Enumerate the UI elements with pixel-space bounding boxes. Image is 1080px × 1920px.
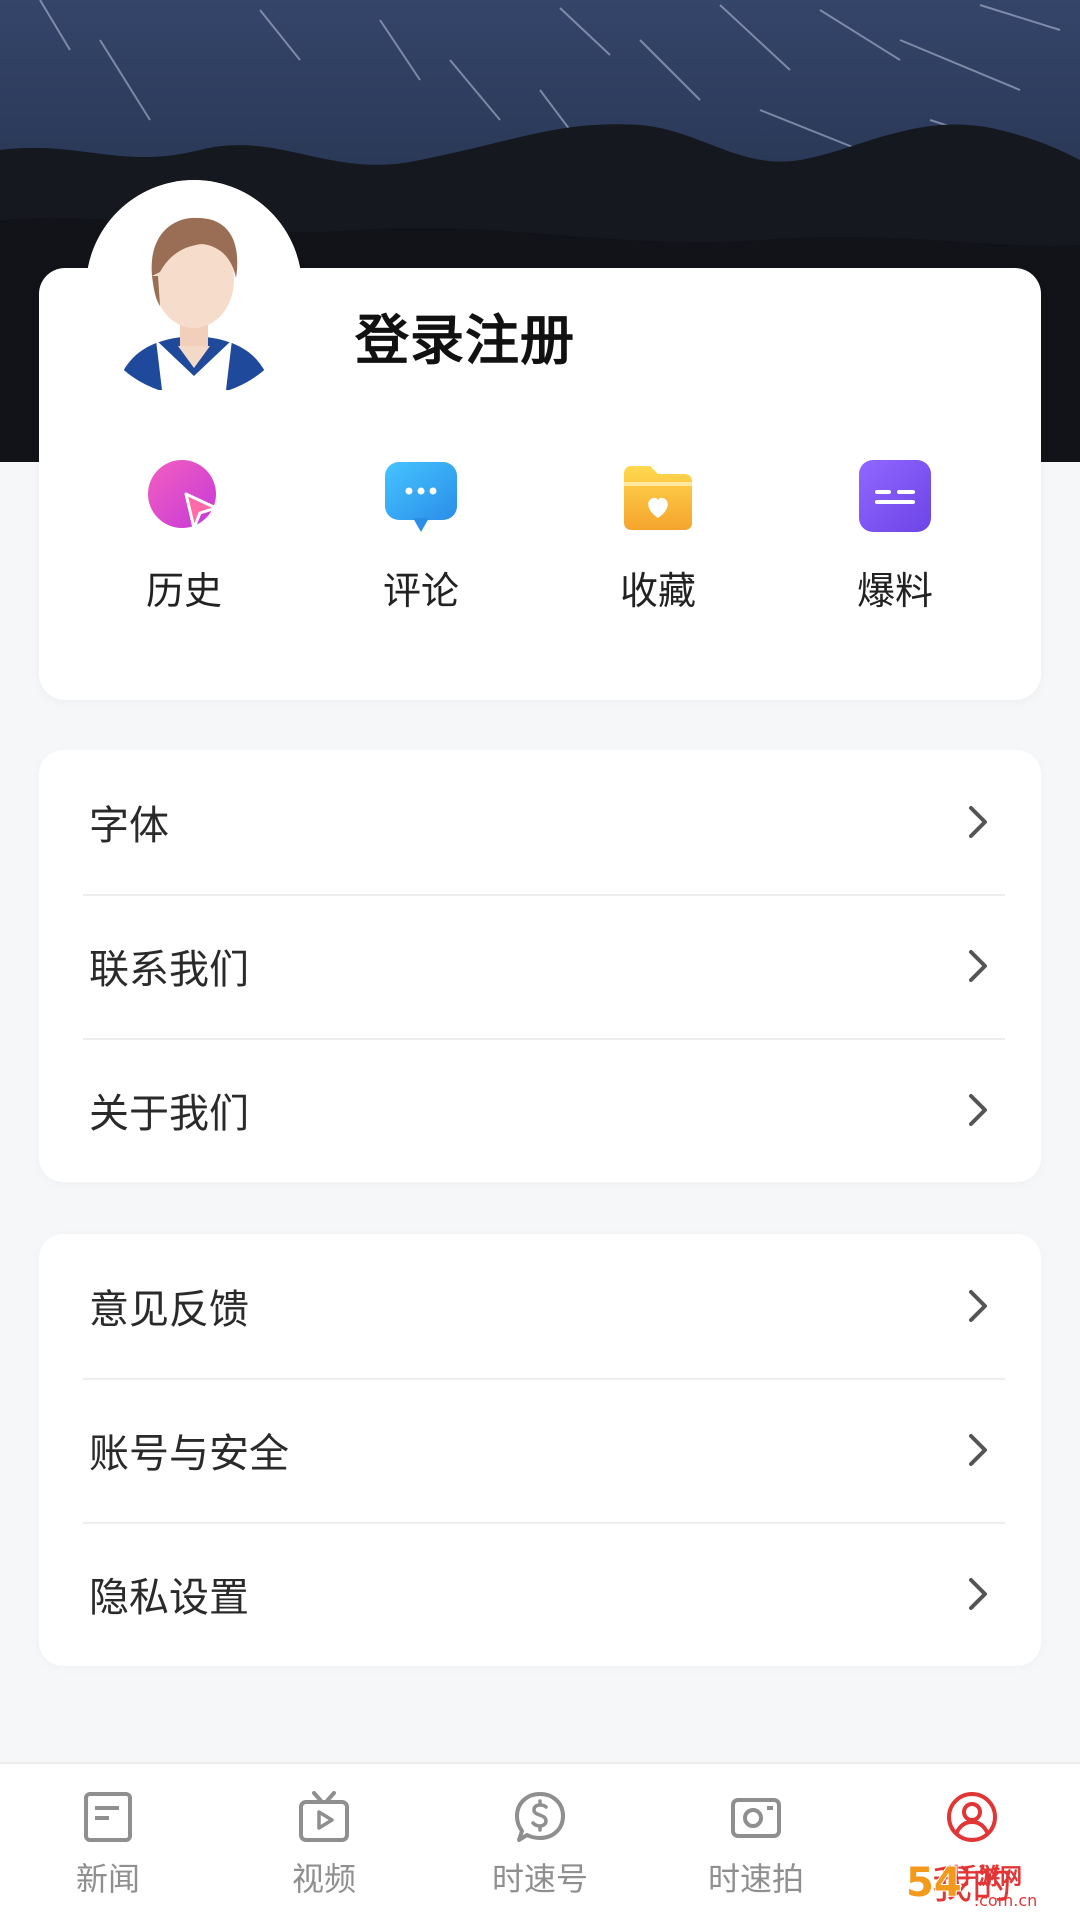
menu-item-label: 隐私设置 bbox=[89, 1575, 249, 1621]
menu-item-privacy-settings[interactable]: 隐私设置 bbox=[39, 1522, 1041, 1666]
quick-action-label: 评论 bbox=[382, 569, 459, 613]
menu-item-font[interactable]: 字体 bbox=[39, 750, 1041, 894]
shisu-account-icon bbox=[515, 1792, 565, 1842]
svg-text:.com.cn: .com.cn bbox=[974, 1891, 1037, 1910]
tab-shisu-photo[interactable]: 时速拍 bbox=[648, 1764, 864, 1920]
quick-action-label: 历史 bbox=[145, 569, 222, 613]
menu-item-about-us[interactable]: 关于我们 bbox=[39, 1038, 1041, 1182]
quick-action-label: 收藏 bbox=[619, 569, 696, 613]
menu-item-label: 联系我们 bbox=[89, 947, 249, 993]
settings-group-1: 字体 联系我们 关于我们 bbox=[39, 750, 1041, 1182]
login-register-link[interactable]: 登录注册 bbox=[355, 296, 575, 375]
menu-item-label: 关于我们 bbox=[89, 1091, 249, 1137]
settings-group-2: 意见反馈 账号与安全 隐私设置 bbox=[39, 1234, 1041, 1666]
chevron-right-icon bbox=[969, 950, 987, 982]
quick-action-report[interactable]: 爆料 bbox=[795, 450, 995, 630]
quick-action-history[interactable]: 历史 bbox=[84, 450, 284, 630]
menu-item-label: 意见反馈 bbox=[89, 1287, 249, 1333]
chevron-right-icon bbox=[969, 1578, 987, 1610]
svg-text:手游网: 手游网 bbox=[956, 1864, 1022, 1890]
tab-news[interactable]: 新闻 bbox=[0, 1764, 216, 1920]
site-watermark-logo: 54 手游网 .com.cn bbox=[905, 1859, 1037, 1910]
chevron-right-icon bbox=[969, 1290, 987, 1322]
quick-action-favorites[interactable]: 收藏 bbox=[558, 450, 758, 630]
chevron-right-icon bbox=[969, 1094, 987, 1126]
tab-video[interactable]: 视频 bbox=[216, 1764, 432, 1920]
menu-item-account-security[interactable]: 账号与安全 bbox=[39, 1378, 1041, 1522]
comment-icon bbox=[385, 462, 457, 532]
report-icon bbox=[859, 460, 931, 532]
news-icon bbox=[84, 1792, 132, 1842]
quick-actions: 历史 评论 收藏 爆料 bbox=[39, 450, 1041, 630]
tab-shisu-account[interactable]: 时速号 bbox=[432, 1764, 648, 1920]
svg-text:54: 54 bbox=[906, 1860, 962, 1906]
avatar-icon bbox=[86, 180, 302, 396]
menu-item-feedback[interactable]: 意见反馈 bbox=[39, 1234, 1041, 1378]
tab-label: 时速号 bbox=[491, 1860, 588, 1898]
menu-item-contact-us[interactable]: 联系我们 bbox=[39, 894, 1041, 1038]
camera-icon bbox=[731, 1798, 781, 1838]
avatar[interactable] bbox=[86, 180, 302, 396]
history-icon bbox=[148, 460, 218, 530]
quick-action-comment[interactable]: 评论 bbox=[321, 450, 521, 630]
menu-item-label: 账号与安全 bbox=[89, 1431, 289, 1477]
chevron-right-icon bbox=[969, 806, 987, 838]
profile-icon bbox=[947, 1792, 997, 1842]
quick-action-label: 爆料 bbox=[856, 569, 933, 613]
video-icon bbox=[299, 1791, 349, 1842]
favorites-icon bbox=[624, 466, 692, 530]
tab-label: 时速拍 bbox=[707, 1860, 804, 1898]
chevron-right-icon bbox=[969, 1434, 987, 1466]
tab-label: 视频 bbox=[291, 1860, 356, 1898]
menu-item-label: 字体 bbox=[89, 803, 169, 849]
tab-label: 新闻 bbox=[75, 1860, 140, 1898]
